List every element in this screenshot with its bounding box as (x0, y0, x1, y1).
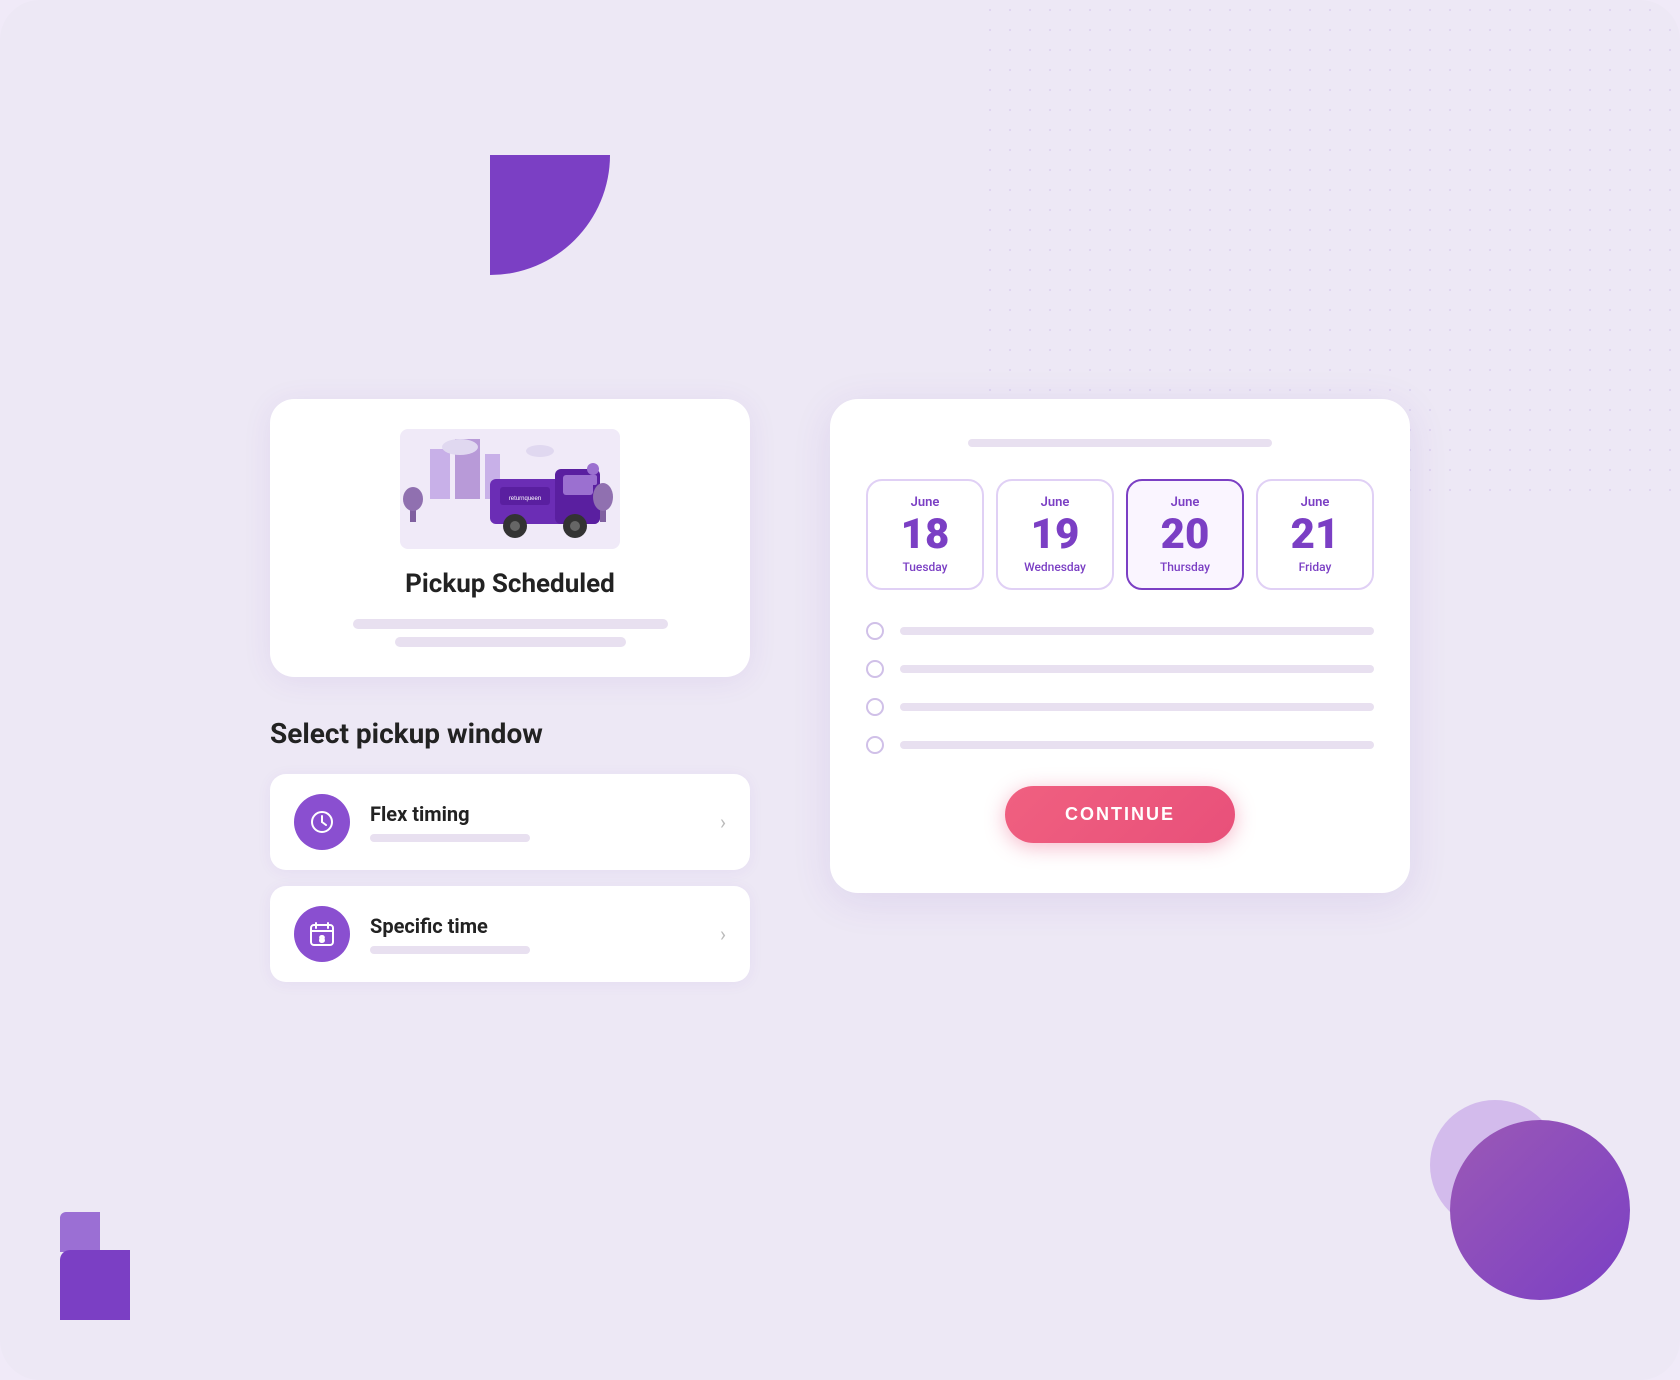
date-month-june20: June (1171, 495, 1200, 510)
flex-timing-arrow: › (720, 810, 726, 834)
specific-time-option[interactable]: 8 Specific time › (270, 886, 750, 982)
pickup-title: Pickup Scheduled (405, 569, 615, 599)
radio-1[interactable] (866, 622, 884, 640)
time-line-4 (900, 741, 1374, 749)
radio-4[interactable] (866, 736, 884, 754)
time-line-2 (900, 665, 1374, 673)
left-panel: returnqueen (270, 399, 750, 982)
svg-text:returnqueen: returnqueen (509, 496, 541, 502)
pickup-line-1 (353, 619, 668, 629)
main-content: returnqueen (270, 399, 1410, 982)
date-card-june20[interactable]: June 20 Thursday (1126, 479, 1244, 590)
flex-timing-label: Flex timing (370, 802, 700, 826)
time-row-1[interactable] (866, 622, 1374, 640)
radio-2[interactable] (866, 660, 884, 678)
select-section: Select pickup window Flex timing (270, 717, 750, 982)
specific-time-label: Specific time (370, 914, 700, 938)
time-line-3 (900, 703, 1374, 711)
page-wrapper: returnqueen (0, 0, 1680, 1380)
time-options (866, 622, 1374, 754)
clock-icon (308, 808, 336, 836)
date-card-june18[interactable]: June 18 Tuesday (866, 479, 984, 590)
date-day-june18: 18 (901, 514, 950, 556)
flex-timing-option[interactable]: Flex timing › (270, 774, 750, 870)
continue-button[interactable]: CONTINUE (1005, 786, 1235, 843)
date-weekday-june21: Friday (1299, 560, 1332, 574)
calendar-top-placeholder (968, 439, 1273, 447)
specific-time-sub-line (370, 946, 530, 954)
select-title: Select pickup window (270, 717, 750, 750)
pickup-line-2 (395, 637, 626, 647)
calendar-card: June 18 Tuesday June 19 Wednesday June 2… (830, 399, 1410, 893)
date-day-june20: 20 (1161, 514, 1210, 556)
date-day-june21: 21 (1291, 514, 1340, 556)
radio-3[interactable] (866, 698, 884, 716)
date-day-june19: 19 (1031, 514, 1080, 556)
time-row-4[interactable] (866, 736, 1374, 754)
flex-timing-text: Flex timing (370, 802, 700, 842)
time-row-2[interactable] (866, 660, 1374, 678)
specific-time-arrow: › (720, 922, 726, 946)
calendar-number-icon: 8 (308, 920, 336, 948)
date-selector: June 18 Tuesday June 19 Wednesday June 2… (866, 479, 1374, 590)
date-card-june21[interactable]: June 21 Friday (1256, 479, 1374, 590)
date-card-june19[interactable]: June 19 Wednesday (996, 479, 1114, 590)
date-month-june21: June (1301, 495, 1330, 510)
date-month-june18: June (911, 495, 940, 510)
specific-time-icon-bg: 8 (294, 906, 350, 962)
flex-timing-icon-bg (294, 794, 350, 850)
pickup-placeholder-lines (300, 619, 720, 647)
deco-blob-bottom-right (1430, 1100, 1630, 1300)
date-weekday-june18: Tuesday (902, 560, 947, 574)
date-weekday-june20: Thursday (1160, 560, 1210, 574)
truck-illustration: returnqueen (400, 429, 620, 549)
svg-text:8: 8 (320, 935, 325, 944)
time-line-1 (900, 627, 1374, 635)
time-row-3[interactable] (866, 698, 1374, 716)
date-weekday-june19: Wednesday (1024, 560, 1086, 574)
deco-quarter-circle (490, 155, 610, 275)
pickup-card: returnqueen (270, 399, 750, 677)
flex-timing-sub-line (370, 834, 530, 842)
specific-time-text: Specific time (370, 914, 700, 954)
date-month-june19: June (1041, 495, 1070, 510)
